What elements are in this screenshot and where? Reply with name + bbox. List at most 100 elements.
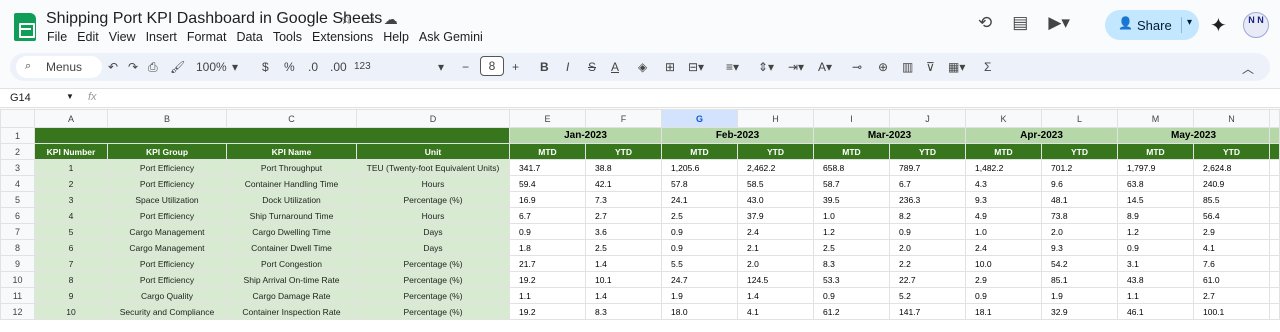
empty-cell[interactable] xyxy=(1269,191,1280,208)
ytd-value-cell[interactable]: 10.1 xyxy=(585,271,662,288)
header-mtd[interactable]: MTD xyxy=(1117,143,1194,160)
text-wrap-icon[interactable]: ⇥▾ xyxy=(788,60,804,74)
ytd-value-cell[interactable]: 73.8 xyxy=(1041,207,1118,224)
row-header[interactable]: 9 xyxy=(0,255,35,272)
ytd-value-cell[interactable]: 54.2 xyxy=(1041,255,1118,272)
column-header[interactable]: E xyxy=(509,109,586,128)
font-dropdown-icon[interactable]: ▾ xyxy=(438,60,444,74)
kpi-group-cell[interactable]: Port Efficiency xyxy=(107,175,227,192)
kpi-number-cell[interactable]: 6 xyxy=(34,239,108,256)
kpi-group-cell[interactable]: Port Efficiency xyxy=(107,271,227,288)
column-header[interactable]: F xyxy=(585,109,662,128)
row-header[interactable]: 8 xyxy=(0,239,35,256)
fill-color-icon[interactable]: ◈ xyxy=(638,60,647,74)
currency-button[interactable]: $ xyxy=(262,60,269,74)
ytd-value-cell[interactable]: 2,462.2 xyxy=(737,159,814,176)
menu-edit[interactable]: Edit xyxy=(77,30,99,44)
ytd-value-cell[interactable]: 61.0 xyxy=(1193,271,1270,288)
month-header[interactable]: May-2023 xyxy=(1117,127,1270,144)
italic-button[interactable]: I xyxy=(566,60,569,74)
kpi-number-cell[interactable]: 9 xyxy=(34,287,108,304)
percent-button[interactable]: % xyxy=(284,60,295,74)
empty-cell[interactable] xyxy=(1269,271,1280,288)
mtd-value-cell[interactable]: 4.3 xyxy=(965,175,1042,192)
ytd-value-cell[interactable]: 85.5 xyxy=(1193,191,1270,208)
merge-cells-icon[interactable]: ⊟▾ xyxy=(688,60,704,74)
ytd-value-cell[interactable]: 2.7 xyxy=(585,207,662,224)
decrease-decimal-button[interactable]: .0 xyxy=(308,60,318,74)
column-header[interactable]: C xyxy=(226,109,357,128)
menu-file[interactable]: File xyxy=(47,30,67,44)
column-header-selected[interactable]: G xyxy=(661,109,738,128)
ytd-value-cell[interactable]: 240.9 xyxy=(1193,175,1270,192)
empty-cell[interactable] xyxy=(1269,175,1280,192)
kpi-number-cell[interactable]: 8 xyxy=(34,271,108,288)
ytd-value-cell[interactable]: 2.1 xyxy=(737,239,814,256)
column-header[interactable]: I xyxy=(813,109,890,128)
kpi-name-cell[interactable]: Container Dwell Time xyxy=(226,239,357,256)
mtd-value-cell[interactable]: 14.5 xyxy=(1117,191,1194,208)
ytd-value-cell[interactable]: 37.9 xyxy=(737,207,814,224)
share-button[interactable]: 👤 Share ▾ xyxy=(1105,10,1199,40)
ytd-value-cell[interactable]: 2.0 xyxy=(1041,223,1118,240)
mtd-value-cell[interactable]: 1.2 xyxy=(1117,223,1194,240)
menu-view[interactable]: View xyxy=(109,30,136,44)
kpi-name-cell[interactable]: Port Throughput xyxy=(226,159,357,176)
font-size-increase-button[interactable]: + xyxy=(512,60,519,74)
unit-cell[interactable]: Percentage (%) xyxy=(356,271,510,288)
header-mtd[interactable]: MTD xyxy=(813,143,890,160)
row-header[interactable]: 6 xyxy=(0,207,35,224)
ytd-value-cell[interactable]: 2.2 xyxy=(889,255,966,272)
header-kpi-number[interactable]: KPI Number xyxy=(34,143,108,160)
select-all-corner[interactable] xyxy=(0,109,35,128)
row-header[interactable]: 4 xyxy=(0,175,35,192)
ytd-value-cell[interactable]: 48.1 xyxy=(1041,191,1118,208)
avatar[interactable]: N N xyxy=(1243,12,1269,38)
ytd-value-cell[interactable]: 56.4 xyxy=(1193,207,1270,224)
unit-cell[interactable]: Hours xyxy=(356,175,510,192)
kpi-group-cell[interactable]: Security and Compliance xyxy=(107,303,227,320)
menu-help[interactable]: Help xyxy=(383,30,409,44)
menus-search[interactable]: ⌕ Menus xyxy=(16,56,102,78)
ytd-value-cell[interactable]: 8.2 xyxy=(889,207,966,224)
column-header[interactable] xyxy=(1269,109,1280,128)
mtd-value-cell[interactable]: 0.9 xyxy=(661,239,738,256)
mtd-value-cell[interactable]: 1,482.2 xyxy=(965,159,1042,176)
kpi-group-cell[interactable]: Port Efficiency xyxy=(107,159,227,176)
header-mtd[interactable]: MTD xyxy=(509,143,586,160)
ytd-value-cell[interactable]: 32.9 xyxy=(1041,303,1118,320)
row-header[interactable]: 3 xyxy=(0,159,35,176)
mtd-value-cell[interactable]: 0.9 xyxy=(813,287,890,304)
column-header[interactable]: H xyxy=(737,109,814,128)
mtd-value-cell[interactable]: 0.9 xyxy=(661,223,738,240)
name-box[interactable]: G14 xyxy=(10,92,31,104)
filter-views-icon[interactable]: ▦▾ xyxy=(948,60,965,74)
unit-cell[interactable]: Percentage (%) xyxy=(356,191,510,208)
month-header[interactable]: Mar-2023 xyxy=(813,127,966,144)
mtd-value-cell[interactable]: 0.9 xyxy=(965,287,1042,304)
ytd-value-cell[interactable]: 38.8 xyxy=(585,159,662,176)
unit-cell[interactable]: Percentage (%) xyxy=(356,287,510,304)
row-header[interactable]: 7 xyxy=(0,223,35,240)
mtd-value-cell[interactable]: 1.0 xyxy=(965,223,1042,240)
kpi-group-cell[interactable]: Cargo Management xyxy=(107,239,227,256)
mtd-value-cell[interactable]: 0.9 xyxy=(509,223,586,240)
kpi-group-cell[interactable]: Cargo Management xyxy=(107,223,227,240)
empty-cell[interactable] xyxy=(1269,223,1280,240)
version-history-icon[interactable]: ⟲ xyxy=(978,13,992,33)
ytd-value-cell[interactable]: 8.3 xyxy=(585,303,662,320)
mtd-value-cell[interactable]: 1,797.9 xyxy=(1117,159,1194,176)
column-header[interactable]: L xyxy=(1041,109,1118,128)
header-mtd[interactable]: MTD xyxy=(965,143,1042,160)
filter-icon[interactable]: ⊽ xyxy=(926,60,935,74)
mtd-value-cell[interactable]: 8.3 xyxy=(813,255,890,272)
ytd-value-cell[interactable]: 2.7 xyxy=(1193,287,1270,304)
ytd-value-cell[interactable]: 43.0 xyxy=(737,191,814,208)
mtd-value-cell[interactable]: 58.7 xyxy=(813,175,890,192)
insert-chart-icon[interactable]: ▥ xyxy=(902,60,913,74)
header-kpi-name[interactable]: KPI Name xyxy=(226,143,357,160)
mtd-value-cell[interactable]: 39.5 xyxy=(813,191,890,208)
kpi-name-cell[interactable]: Cargo Damage Rate xyxy=(226,287,357,304)
meet-icon[interactable]: ▶▾ xyxy=(1048,13,1070,33)
insert-comment-icon[interactable]: ⊕ xyxy=(878,60,888,74)
